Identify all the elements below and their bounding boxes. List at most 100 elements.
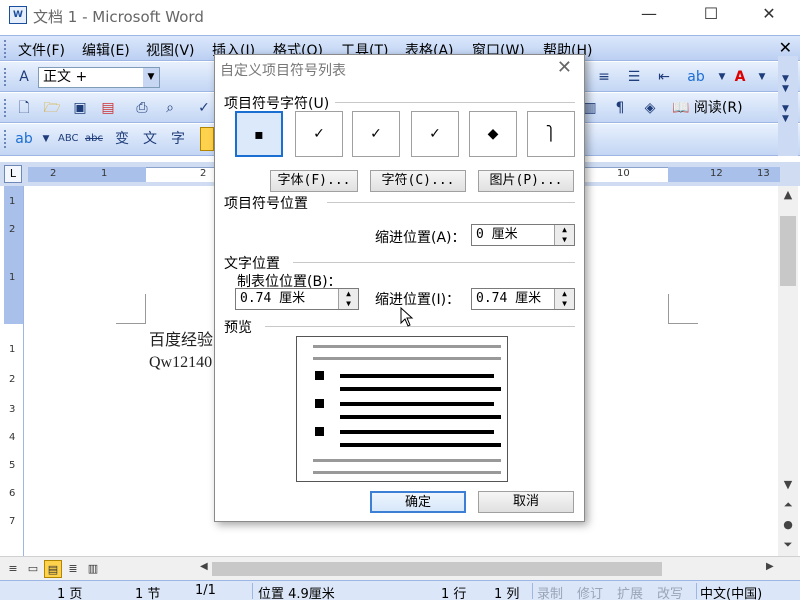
toolbar-options-icon[interactable]: ▼	[782, 104, 789, 114]
dialog-close-icon[interactable]: ✕	[557, 57, 572, 78]
save-icon[interactable]: ▣	[70, 98, 90, 118]
phonetic-icon[interactable]: 文	[140, 129, 160, 149]
reading-view-icon[interactable]: ▥	[84, 560, 102, 578]
style-select[interactable]: 正文 + ▼	[38, 67, 160, 88]
scroll-thumb[interactable]	[780, 216, 796, 286]
close-window-button[interactable]: ✕	[746, 0, 792, 30]
new-document-icon[interactable]: 🗋	[14, 98, 34, 118]
permission-icon[interactable]: ▤	[98, 98, 118, 118]
picture-button[interactable]: 图片(P)...	[478, 170, 574, 192]
chevron-down-icon[interactable]: ▼	[712, 67, 732, 87]
doc-text-line[interactable]: 百度经验	[149, 326, 213, 350]
page-view-icon[interactable]: ▤	[44, 560, 62, 578]
bullet-option[interactable]: ✓	[295, 111, 343, 157]
indent-at-spinner[interactable]: 0 厘米 ▲ ▼	[471, 224, 575, 246]
bullet-list-icon[interactable]: ☰	[624, 67, 644, 87]
enclose-char-icon[interactable]: 字	[168, 129, 188, 149]
indent-at2-spinner[interactable]: 0.74 厘米 ▲ ▼	[471, 288, 575, 310]
menu-view[interactable]: 视图(V)	[146, 40, 195, 60]
tab-stop-spinner[interactable]: 0.74 厘米 ▲ ▼	[235, 288, 359, 310]
spin-up-icon[interactable]: ▲	[555, 289, 574, 299]
next-page-icon[interactable]: ⏷	[778, 538, 798, 552]
styles-icon[interactable]: A	[14, 67, 34, 87]
status-trk[interactable]: 修订	[577, 583, 603, 600]
print-preview-icon[interactable]: ⌕	[160, 98, 180, 118]
spinner-arrows[interactable]: ▲ ▼	[554, 225, 574, 245]
numbered-list-icon[interactable]: ≡	[594, 67, 614, 87]
menu-edit[interactable]: 编辑(E)	[82, 40, 130, 60]
menu-grip[interactable]	[4, 40, 8, 58]
normal-view-icon[interactable]: ≡	[4, 560, 22, 578]
bullet-option[interactable]: ⎫	[527, 111, 575, 157]
maximize-button[interactable]: ☐	[688, 0, 734, 30]
horizontal-scroll-thumb[interactable]	[212, 562, 662, 576]
spinner-arrows[interactable]: ▲ ▼	[554, 289, 574, 309]
toolbar-grip[interactable]	[4, 99, 8, 117]
status-ext[interactable]: 扩展	[617, 583, 643, 600]
ok-button[interactable]: 确定	[370, 491, 466, 513]
status-position: 位置 4.9厘米	[258, 587, 335, 600]
chevron-down-icon[interactable]: ▼	[36, 129, 56, 149]
toolbar-options-icon[interactable]: ▼	[782, 84, 789, 94]
vertical-ruler[interactable]: 1 2 1 1 2 3 4 5 6 7	[4, 186, 24, 556]
vertical-scrollbar[interactable]: ▲ ▼ ⏶ ● ⏷	[778, 186, 798, 556]
highlight-icon[interactable]: ab	[14, 129, 34, 149]
menu-file[interactable]: 文件(F)	[18, 40, 65, 60]
character-icon[interactable]: 变	[112, 129, 132, 149]
scroll-right-icon[interactable]: ▶	[766, 561, 774, 572]
cancel-button[interactable]: 取消	[478, 491, 574, 513]
abc-spelling-icon[interactable]: ABC	[58, 129, 79, 149]
toolbar-options-icon[interactable]: ▼	[782, 74, 789, 84]
close-document-icon[interactable]: ✕	[779, 38, 792, 57]
strikethrough-icon[interactable]: abc	[84, 129, 104, 149]
bullet-option[interactable]: ◆	[469, 111, 517, 157]
bullet-position-label: 项目符号位置	[224, 196, 308, 212]
toolbar-options-icon[interactable]: ▼	[782, 114, 789, 124]
status-rec[interactable]: 录制	[537, 583, 563, 600]
spin-up-icon[interactable]: ▲	[339, 289, 358, 299]
ruler-tick: 2	[50, 168, 57, 179]
doc-text-line[interactable]: Qw12140	[149, 354, 212, 372]
spin-down-icon[interactable]: ▼	[555, 299, 574, 309]
spelling-icon[interactable]: ✓	[194, 98, 214, 118]
status-divider	[696, 583, 697, 599]
font-button[interactable]: 字体(F)...	[270, 170, 358, 192]
open-folder-icon[interactable]: 🗁	[42, 98, 62, 118]
toolbar-grip[interactable]	[4, 130, 8, 148]
minimize-button[interactable]: —	[626, 0, 672, 30]
toolbar-grip[interactable]	[4, 68, 8, 86]
font-color-icon[interactable]: A	[730, 67, 750, 87]
status-page-of: 1/1	[195, 583, 216, 598]
toolbar-overflow-strip: ▼ ▼ ▼ ▼	[778, 56, 798, 156]
read-button[interactable]: 📖 阅读(R)	[672, 98, 743, 118]
crop-mark	[116, 294, 146, 324]
tab-selector[interactable]: L	[4, 165, 22, 183]
web-view-icon[interactable]: ▭	[24, 560, 42, 578]
bullet-option[interactable]: ▪	[235, 111, 283, 157]
chevron-down-icon[interactable]: ▼	[143, 68, 159, 87]
bullet-option[interactable]: ✓	[352, 111, 400, 157]
status-ovr[interactable]: 改写	[657, 583, 683, 600]
previous-page-icon[interactable]: ⏶	[778, 498, 798, 512]
browse-object-icon[interactable]: ●	[778, 518, 798, 531]
active-tool-icon[interactable]	[200, 127, 214, 151]
chevron-down-icon[interactable]: ▼	[752, 67, 772, 87]
outline-view-icon[interactable]: ≣	[64, 560, 82, 578]
spinner-arrows[interactable]: ▲ ▼	[338, 289, 358, 309]
highlight-color-icon[interactable]: ab	[686, 67, 706, 87]
show-hide-icon[interactable]: ¶	[610, 98, 630, 118]
print-icon[interactable]: ⎙	[132, 98, 152, 118]
scroll-up-icon[interactable]: ▲	[778, 188, 798, 201]
spin-down-icon[interactable]: ▼	[339, 299, 358, 309]
status-bar: 1 页 1 节 1/1 位置 4.9厘米 1 行 1 列 录制 修订 扩展 改写…	[0, 580, 800, 600]
bullet-option[interactable]: ✓	[411, 111, 459, 157]
character-button[interactable]: 字符(C)...	[370, 170, 466, 192]
spin-down-icon[interactable]: ▼	[555, 235, 574, 245]
decrease-indent-icon[interactable]: ⇤	[654, 67, 674, 87]
scroll-down-icon[interactable]: ▼	[778, 478, 798, 491]
scroll-left-icon[interactable]: ◀	[200, 561, 208, 572]
preview-line	[340, 430, 494, 434]
zoom-icon[interactable]: ◈	[640, 98, 660, 118]
indent-at-value: 0 厘米	[476, 227, 518, 242]
spin-up-icon[interactable]: ▲	[555, 225, 574, 235]
